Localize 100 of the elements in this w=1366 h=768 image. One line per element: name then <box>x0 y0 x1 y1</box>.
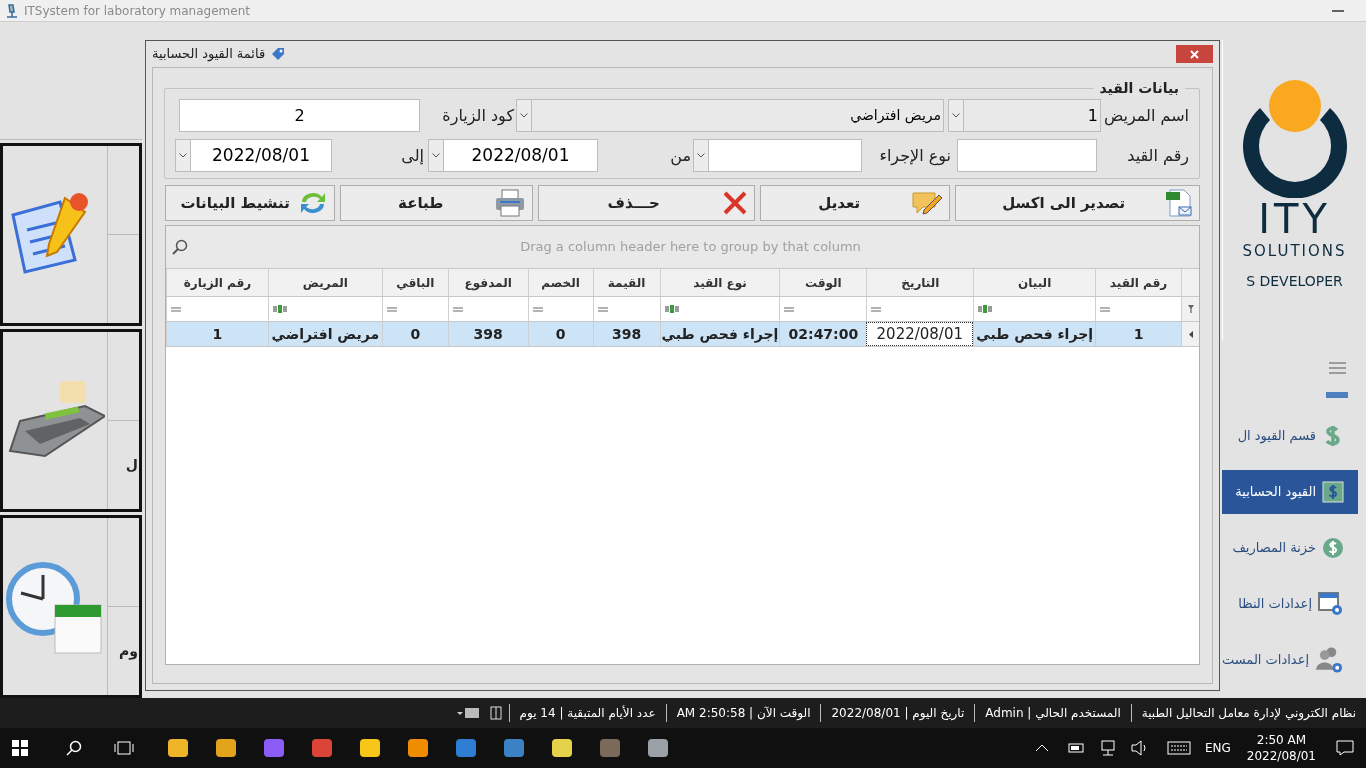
close-icon <box>1190 49 1199 59</box>
column-header[interactable]: الوقت <box>779 269 867 296</box>
volume-icon[interactable] <box>1130 740 1149 756</box>
book-icon <box>488 706 503 720</box>
equals-filter-icon[interactable] <box>386 306 397 312</box>
date-from-picker[interactable]: 2022/08/01 <box>428 139 598 172</box>
tile-label: ل <box>125 455 138 475</box>
date-to-picker[interactable]: 2022/08/01 <box>175 139 332 172</box>
dollar-circle-icon <box>1322 536 1344 560</box>
side-menu-item[interactable]: قسم القيود ال <box>1222 414 1358 458</box>
column-header[interactable]: الخصم <box>527 269 593 296</box>
users-gear-icon <box>1315 645 1344 675</box>
column-header[interactable]: التاريخ <box>866 269 974 296</box>
toolbar-button[interactable]: حـــذف <box>538 185 756 221</box>
patient-name-combo[interactable]: مريض افتراضي <box>516 99 944 132</box>
excel-file-icon <box>1165 188 1193 218</box>
entry-number-field[interactable] <box>957 139 1097 172</box>
search-icon[interactable] <box>66 740 82 756</box>
equals-filter-icon[interactable] <box>171 306 181 312</box>
table-cell: 1 <box>166 322 268 346</box>
visit-code-field[interactable]: 2 <box>179 99 420 132</box>
chevron-up-icon[interactable] <box>1034 744 1049 752</box>
app-title: ITSystem for laboratory management <box>24 2 251 20</box>
status-item: المستخدم الحالي | Admin <box>974 704 1131 722</box>
module-tile[interactable] <box>0 143 142 326</box>
logo-text: SOLUTIONS <box>1242 241 1347 262</box>
logo-text: S DEVELOPER <box>1246 271 1343 291</box>
table-cell: 1 <box>1095 322 1181 346</box>
field-label: نوع الإجراء <box>878 144 952 168</box>
windows-start-icon[interactable] <box>12 740 28 756</box>
network-icon[interactable] <box>1098 740 1117 756</box>
group-hint: Drag a column header here to group by that column <box>519 238 862 257</box>
taskbar-app-icon[interactable] <box>166 736 190 760</box>
taskbar-app-icon[interactable] <box>550 736 574 760</box>
tag-icon <box>270 46 287 62</box>
column-header[interactable]: الباقي <box>381 269 448 296</box>
status-item: نظام الكتروني لإدارة معامل التحاليل الطبية <box>1130 704 1366 722</box>
column-header[interactable]: القيمة <box>592 269 660 296</box>
text-filter-icon[interactable] <box>272 305 287 313</box>
equals-filter-icon[interactable] <box>597 306 608 312</box>
column-header[interactable]: نوع القيد <box>659 269 780 296</box>
window-gear-icon <box>1318 591 1344 617</box>
equals-filter-icon[interactable] <box>871 306 882 312</box>
side-menu-item[interactable]: إعدادات النظا <box>1222 582 1358 626</box>
side-menu-item[interactable]: خزنة المصاريف <box>1222 526 1358 570</box>
row-indicator-icon <box>1188 330 1193 338</box>
toolbar-button[interactable]: طباعة <box>340 185 534 221</box>
clock-time[interactable]: 2:50 AM <box>1256 732 1307 748</box>
side-menu-item[interactable]: القيود الحسابية <box>1222 470 1358 514</box>
column-header[interactable]: المدفوع <box>447 269 528 296</box>
keyboard-icon[interactable] <box>1166 741 1191 755</box>
minimize-icon[interactable] <box>1332 9 1344 12</box>
table-cell: 02:47:00 <box>779 322 867 346</box>
group-title: بيانات القيد <box>1098 79 1180 98</box>
field-label: كود الزيارة <box>441 104 515 128</box>
toolbar-button[interactable]: تنشيط البيانات <box>165 185 336 221</box>
filter-icon[interactable] <box>1187 305 1194 313</box>
column-header[interactable]: رقم الزيارة <box>166 269 268 296</box>
column-header[interactable]: البيان <box>973 269 1096 296</box>
equals-filter-icon[interactable] <box>1100 306 1111 312</box>
side-menu-item[interactable]: إعدادات المست <box>1222 638 1358 682</box>
menu-icon[interactable] <box>1329 362 1346 374</box>
table-cell: إجراء فحص طبي <box>659 322 780 346</box>
taskbar-app-icon[interactable] <box>406 736 430 760</box>
taskbar-app-icon[interactable] <box>358 736 382 760</box>
field-label: رقم القيد <box>1126 144 1189 168</box>
table-cell: مريض افتراضي <box>267 322 382 346</box>
column-header[interactable]: رقم القيد <box>1095 269 1181 296</box>
battery-icon[interactable] <box>1066 742 1085 754</box>
dollar-box-icon <box>1322 480 1344 504</box>
text-filter-icon[interactable] <box>978 305 993 313</box>
module-tile[interactable]: ل <box>0 329 142 512</box>
procedure-type-combo[interactable] <box>693 139 862 172</box>
task-view-icon[interactable] <box>114 740 134 756</box>
equals-filter-icon[interactable] <box>532 306 543 312</box>
equals-filter-icon[interactable] <box>452 306 463 312</box>
delete-icon <box>722 190 749 216</box>
toolbar-button[interactable]: تعديل <box>760 185 951 221</box>
language-indicator[interactable]: ENG <box>1204 739 1231 757</box>
toolbar-button[interactable]: تصدير الى اكسل <box>955 185 1200 221</box>
dropdown-icon[interactable] <box>456 706 479 720</box>
logo-text: ITY <box>1258 198 1331 240</box>
taskbar-app-icon[interactable] <box>646 736 670 760</box>
field-label: إلى <box>400 144 425 167</box>
clock-date[interactable]: 2022/08/01 <box>1246 748 1316 764</box>
close-button[interactable] <box>1176 45 1213 63</box>
module-tile[interactable]: وم <box>0 515 142 698</box>
status-item: عدد الأيام المتبقية | 14 يوم <box>508 704 666 722</box>
text-filter-icon[interactable] <box>664 305 679 313</box>
patient-code-combo[interactable]: 1 <box>948 99 1101 132</box>
taskbar-app-icon[interactable] <box>214 736 238 760</box>
note-pencil-icon <box>911 189 944 217</box>
status-item: الوقت الآن | 2:50:58 AM <box>665 704 821 722</box>
dialog-title: قائمة القيود الحسابية <box>152 45 266 64</box>
notification-icon[interactable] <box>1336 740 1354 756</box>
column-header[interactable]: المريض <box>267 269 382 296</box>
search-icon[interactable] <box>172 239 188 255</box>
table-cell: 398 <box>447 322 528 346</box>
status-item: تاريخ اليوم | 2022/08/01 <box>820 704 975 722</box>
equals-filter-icon[interactable] <box>784 306 795 312</box>
